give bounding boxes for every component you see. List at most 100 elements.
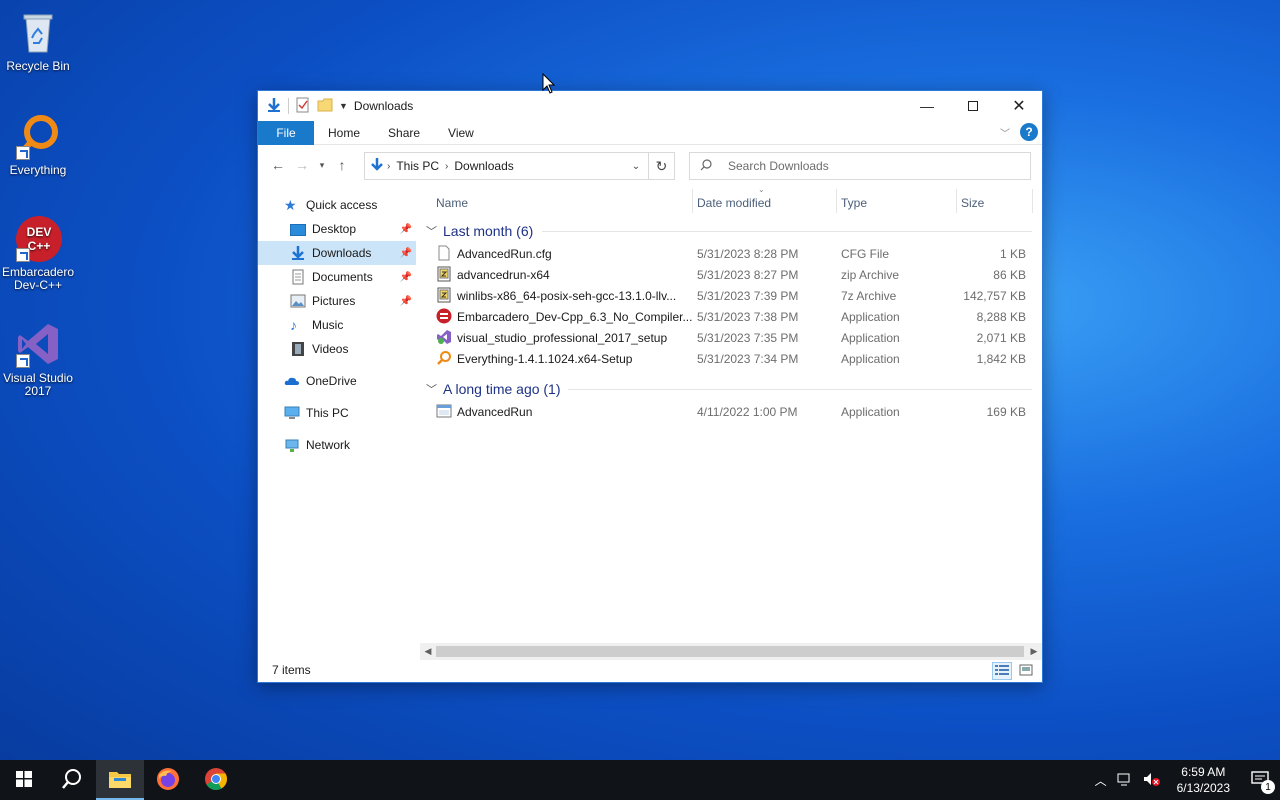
file-row[interactable]: AdvancedRun.cfg 5/31/2023 8:28 PM CFG Fi… — [420, 243, 1034, 264]
sidebar-item-downloads[interactable]: Downloads 📌 — [258, 241, 416, 265]
forward-button[interactable]: → — [290, 153, 314, 177]
desktop-icon-recycle-bin[interactable]: Recycle Bin — [0, 8, 76, 73]
file-type: Application — [841, 405, 900, 419]
recent-locations-button[interactable]: ▾ — [314, 153, 330, 177]
tab-file[interactable]: File — [258, 120, 314, 145]
column-header-date[interactable]: Date modified — [697, 193, 771, 213]
breadcrumb-this-pc[interactable]: This PC — [392, 159, 443, 173]
sidebar-item-desktop[interactable]: Desktop 📌 — [258, 217, 416, 241]
large-icons-view-button[interactable] — [1016, 662, 1036, 680]
volume-muted-icon[interactable] — [1137, 771, 1167, 790]
zip-archive-icon — [436, 266, 452, 282]
column-separator[interactable] — [692, 189, 693, 213]
collapse-chevron-icon[interactable]: ﹀ — [426, 381, 437, 397]
search-input[interactable] — [728, 159, 1008, 173]
pin-icon[interactable]: 📌 — [400, 224, 412, 235]
search-button[interactable] — [48, 760, 96, 800]
tab-share[interactable]: Share — [374, 121, 434, 145]
address-bar[interactable]: › This PC › Downloads ⌄ — [364, 152, 649, 180]
sidebar-item-music[interactable]: ♪ Music — [258, 313, 416, 337]
sidebar-item-network[interactable]: Network — [258, 433, 416, 457]
start-button[interactable] — [0, 760, 48, 800]
file-row[interactable]: Embarcadero_Dev-Cpp_6.3_No_Compiler... 5… — [420, 306, 1034, 327]
desktop-icon-visual-studio[interactable]: Visual Studio 2017 — [0, 320, 76, 398]
file-date: 4/11/2022 1:00 PM — [697, 405, 798, 419]
status-bar: 7 items — [258, 658, 1042, 682]
group-label: A long time ago (1) — [443, 381, 561, 397]
tab-home[interactable]: Home — [314, 121, 374, 145]
sidebar-item-label: Music — [312, 318, 344, 332]
clock[interactable]: 6:59 AM 6/13/2023 — [1167, 764, 1240, 796]
sidebar-item-quick-access[interactable]: ★ Quick access — [258, 193, 416, 217]
network-status-icon[interactable] — [1113, 771, 1137, 790]
shortcut-arrow-icon — [16, 146, 30, 160]
desktop-icon-devcpp[interactable]: DEV C++ Embarcadero Dev-C++ — [0, 214, 76, 292]
sidebar-item-this-pc[interactable]: This PC — [258, 401, 416, 425]
devcpp-app-icon — [436, 308, 452, 324]
action-center-button[interactable]: 1 — [1240, 760, 1280, 800]
pin-icon[interactable]: 📌 — [400, 296, 412, 307]
help-icon[interactable]: ? — [1020, 123, 1038, 141]
file-row[interactable]: visual_studio_professional_2017_setup 5/… — [420, 327, 1034, 348]
breadcrumb-downloads[interactable]: Downloads — [450, 159, 517, 173]
file-date: 5/31/2023 7:34 PM — [697, 352, 799, 366]
tab-view[interactable]: View — [434, 121, 488, 145]
devcpp-badge-line1: DEV — [27, 225, 52, 239]
address-dropdown-icon[interactable]: ⌄ — [624, 153, 648, 179]
windows-logo-icon — [16, 770, 32, 790]
search-box[interactable] — [689, 152, 1031, 180]
desktop-icon-label: Everything — [9, 163, 67, 177]
sidebar-item-onedrive[interactable]: OneDrive — [258, 369, 416, 393]
back-button[interactable]: ← — [266, 153, 290, 177]
customize-qat-chevron-icon[interactable]: ▼ — [339, 101, 348, 111]
minimize-icon: — — [920, 98, 934, 114]
file-row[interactable]: advancedrun-x64 5/31/2023 8:27 PM zip Ar… — [420, 264, 1034, 285]
minimize-button[interactable]: — — [904, 91, 950, 121]
magnifier-icon — [14, 112, 62, 160]
desktop-folder-icon — [290, 224, 306, 236]
pin-icon[interactable]: 📌 — [400, 248, 412, 259]
breadcrumb-chevron-icon[interactable]: › — [385, 161, 392, 172]
column-separator[interactable] — [836, 189, 837, 213]
column-header-size[interactable]: Size — [961, 193, 984, 213]
search-icon — [700, 158, 712, 174]
close-button[interactable]: ✕ — [996, 91, 1042, 121]
sidebar-item-pictures[interactable]: Pictures 📌 — [258, 289, 416, 313]
sidebar-item-videos[interactable]: Videos — [258, 337, 416, 361]
desktop-icon-everything[interactable]: Everything — [0, 112, 76, 177]
file-row[interactable]: Everything-1.4.1.1024.x64-Setup 5/31/202… — [420, 348, 1034, 369]
taskbar-file-explorer[interactable] — [96, 760, 144, 800]
maximize-button[interactable] — [950, 91, 996, 121]
chevron-down-icon: ▾ — [319, 159, 325, 170]
sidebar-item-label: Desktop — [312, 222, 357, 236]
taskbar-chrome[interactable] — [192, 760, 240, 800]
show-hidden-icons-chevron-icon[interactable]: ︿ — [1089, 772, 1113, 789]
file-name: winlibs-x86_64-posix-seh-gcc-13.1.0-llv.… — [457, 289, 677, 303]
column-separator[interactable] — [1032, 189, 1033, 213]
file-row[interactable]: winlibs-x86_64-posix-seh-gcc-13.1.0-llv.… — [420, 285, 1034, 306]
properties-icon[interactable] — [295, 97, 311, 116]
column-header-type[interactable]: Type — [841, 193, 867, 213]
breadcrumb-chevron-icon[interactable]: › — [443, 161, 450, 172]
column-header-name[interactable]: Name — [436, 193, 468, 213]
refresh-button[interactable]: ↻ — [649, 152, 675, 180]
expand-ribbon-chevron-icon[interactable]: ﹀ — [1000, 125, 1010, 140]
group-header-long-time-ago[interactable]: ﹀ A long time ago (1) — [426, 379, 561, 399]
group-header-last-month[interactable]: ﹀ Last month (6) — [426, 221, 533, 241]
file-row[interactable]: AdvancedRun 4/11/2022 1:00 PM Applicatio… — [420, 401, 1034, 422]
new-folder-icon[interactable] — [317, 97, 333, 116]
file-name: AdvancedRun.cfg — [457, 247, 552, 261]
scrollbar-thumb[interactable] — [436, 646, 1024, 657]
7z-archive-icon — [436, 287, 452, 303]
up-button[interactable]: ↑ — [330, 153, 354, 177]
collapse-chevron-icon[interactable]: ﹀ — [426, 223, 437, 239]
up-arrow-icon: ↑ — [338, 157, 346, 173]
taskbar-firefox[interactable] — [144, 760, 192, 800]
sidebar-item-documents[interactable]: Documents 📌 — [258, 265, 416, 289]
file-type: Application — [841, 352, 900, 366]
details-view-button[interactable] — [992, 662, 1012, 680]
window-title: Downloads — [353, 99, 414, 113]
column-separator[interactable] — [956, 189, 957, 213]
pin-icon[interactable]: 📌 — [400, 272, 412, 283]
notification-count-badge: 1 — [1261, 780, 1275, 794]
